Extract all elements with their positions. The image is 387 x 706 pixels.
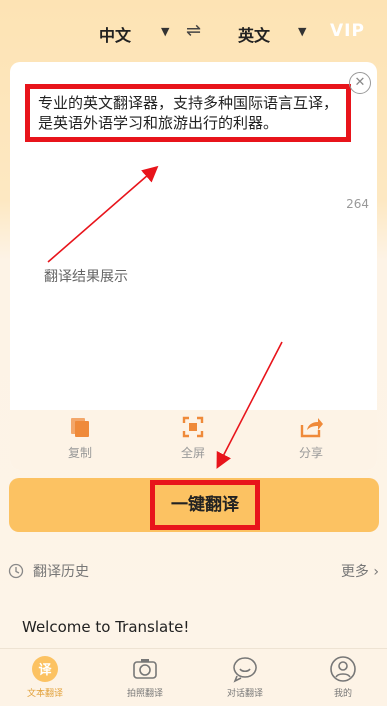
- swap-languages-icon[interactable]: ⇌: [186, 20, 201, 41]
- clock-icon: [8, 563, 24, 579]
- nav-profile[interactable]: 我的: [303, 655, 383, 699]
- share-icon: [300, 418, 323, 438]
- fullscreen-button[interactable]: 全屏: [163, 416, 223, 461]
- target-language-selector[interactable]: 英文: [238, 22, 270, 46]
- clear-input-icon[interactable]: ✕: [349, 72, 371, 94]
- nav-photo-translate[interactable]: 拍照翻译: [105, 655, 185, 699]
- history-item[interactable]: Welcome to Translate!: [22, 618, 189, 636]
- copy-label: 复制: [67, 446, 92, 460]
- source-language-selector[interactable]: 中文: [99, 22, 131, 46]
- source-text-input[interactable]: 专业的英文翻译器，支持多种国际语言互译，是英语外语学习和旅游出行的利器。: [25, 84, 351, 142]
- translate-button[interactable]: 一键翻译: [9, 478, 379, 532]
- nav-label: 我的: [333, 689, 352, 699]
- input-area[interactable]: 专业的英文翻译器，支持多种国际语言互译，是英语外语学习和旅游出行的利器。 ✕ 2…: [10, 62, 377, 227]
- translate-button-label: 一键翻译: [150, 480, 260, 530]
- character-count: 264: [346, 197, 369, 211]
- nav-label: 对话翻译: [226, 689, 263, 699]
- fullscreen-label: 全屏: [180, 446, 205, 460]
- vip-badge[interactable]: VIP: [330, 21, 365, 41]
- nav-text-translate[interactable]: 译 文本翻译: [5, 655, 85, 699]
- share-label: 分享: [298, 446, 323, 460]
- share-button[interactable]: 分享: [281, 416, 341, 461]
- nav-label: 文本翻译: [26, 689, 63, 699]
- copy-button[interactable]: 复制: [50, 416, 110, 461]
- history-header: 翻译历史 更多 ›: [0, 558, 387, 584]
- chevron-down-icon[interactable]: ▼: [298, 25, 306, 38]
- translation-card: 专业的英文翻译器，支持多种国际语言互译，是英语外语学习和旅游出行的利器。 ✕ 2…: [10, 62, 377, 470]
- chevron-down-icon[interactable]: ▼: [161, 25, 169, 38]
- history-title: 翻译历史: [33, 564, 89, 580]
- result-toolbar: 复制 全屏 分享: [10, 410, 377, 470]
- language-bar: 中文 ▼ ⇌ 英文 ▼ VIP: [0, 0, 387, 62]
- bottom-navigation: 译 文本翻译 拍照翻译 对话翻译 我的: [0, 648, 387, 706]
- camera-icon: [133, 659, 157, 679]
- nav-label: 拍照翻译: [126, 689, 163, 699]
- nav-dialog-translate[interactable]: 对话翻译: [205, 655, 285, 699]
- svg-text:译: 译: [38, 663, 52, 678]
- translate-icon: 译: [32, 656, 58, 682]
- result-placeholder: 翻译结果展示: [44, 269, 128, 285]
- profile-icon: [330, 656, 356, 682]
- more-history-link[interactable]: 更多 ›: [341, 561, 379, 581]
- chat-icon: [233, 657, 257, 683]
- result-area: 翻译结果展示: [10, 230, 377, 410]
- fullscreen-icon: [182, 416, 204, 438]
- copy-icon: [71, 418, 89, 437]
